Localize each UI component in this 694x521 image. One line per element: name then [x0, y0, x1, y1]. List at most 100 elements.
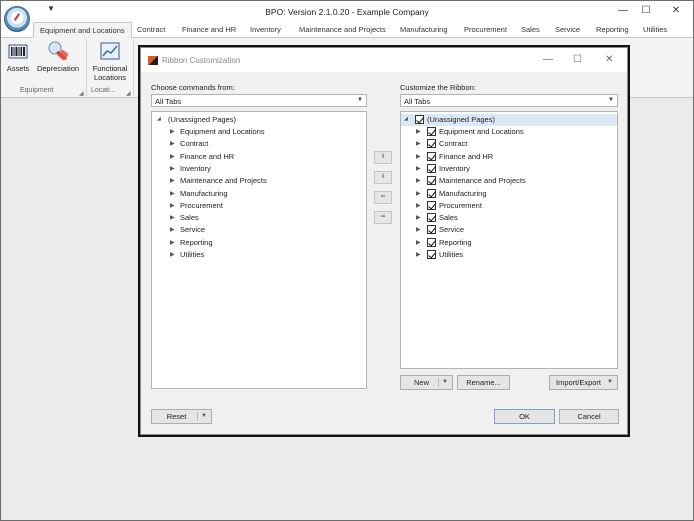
expand-icon[interactable]: ▶: [170, 226, 175, 233]
checkbox[interactable]: [427, 163, 436, 173]
tab-contract[interactable]: Contract: [137, 25, 165, 34]
tree-item[interactable]: ▶ Reporting: [401, 237, 617, 249]
tree-item[interactable]: ▶ Reporting: [152, 237, 366, 249]
remove-button[interactable]: ⬅: [374, 191, 392, 204]
tree-item[interactable]: ▶ Inventory: [152, 163, 366, 175]
expand-icon[interactable]: ▶: [416, 165, 421, 172]
dialog-minimize-button[interactable]: —: [543, 54, 553, 65]
tree-item[interactable]: ▶ Contract: [401, 138, 617, 150]
commands-tree[interactable]: ◢ (Unassigned Pages) ▶ Equipment and Loca…: [151, 111, 367, 389]
expand-icon[interactable]: ▶: [170, 190, 175, 197]
expand-icon[interactable]: ▶: [170, 214, 175, 221]
checkbox[interactable]: [427, 176, 436, 186]
tree-item[interactable]: ▶ Equipment and Locations: [152, 126, 366, 138]
import-export-button[interactable]: Import/Export ▼: [549, 375, 618, 390]
tree-item[interactable]: ▶ Maintenance and Projects: [401, 175, 617, 187]
tree-item[interactable]: ▶ Manufacturing: [401, 188, 617, 200]
checkbox[interactable]: [415, 115, 424, 124]
choose-commands-combo[interactable]: All Tabs ▼: [151, 94, 367, 107]
tab-reporting[interactable]: Reporting: [596, 25, 629, 34]
expand-icon[interactable]: ▶: [170, 202, 175, 209]
tab-procurement[interactable]: Procurement: [464, 25, 507, 34]
tree-item[interactable]: ▶ Utilities: [401, 249, 617, 261]
tree-item[interactable]: ▶ Manufacturing: [152, 188, 366, 200]
tree-item[interactable]: ▶ Contract: [152, 138, 366, 150]
tree-item[interactable]: ▶ Service: [401, 224, 617, 236]
tab-equipment-and-locations[interactable]: Equipment and Locations: [33, 22, 132, 38]
minimize-button[interactable]: —: [615, 4, 631, 18]
tree-item[interactable]: ▶ Finance and HR: [152, 151, 366, 163]
dialog-maximize-button[interactable]: ☐: [573, 54, 582, 65]
tab-utilities[interactable]: Utilities: [643, 25, 667, 34]
expand-icon[interactable]: ▶: [416, 153, 421, 160]
tree-item[interactable]: ▶ Equipment and Locations: [401, 126, 617, 138]
move-down-button[interactable]: ⬇: [374, 171, 392, 184]
tree-item[interactable]: ▶ Service: [152, 224, 366, 236]
tree-item[interactable]: ▶ Inventory: [401, 163, 617, 175]
expand-icon[interactable]: ▶: [416, 251, 421, 258]
checkbox[interactable]: [427, 225, 436, 235]
tree-item[interactable]: ▶ Procurement: [401, 200, 617, 212]
expand-icon[interactable]: ▶: [416, 128, 421, 135]
maximize-button[interactable]: ☐: [638, 4, 654, 18]
rename-button[interactable]: Rename...: [457, 375, 510, 390]
tree-item[interactable]: ▶ Maintenance and Projects: [152, 175, 366, 187]
checkbox[interactable]: [427, 250, 436, 259]
checkbox[interactable]: [427, 151, 436, 161]
tree-item-unassigned-pages[interactable]: ◢ (Unassigned Pages): [401, 114, 617, 126]
tree-item[interactable]: ▶ Sales: [401, 212, 617, 224]
expand-icon[interactable]: ▶: [416, 202, 421, 209]
tree-item[interactable]: ▶ Utilities: [152, 249, 366, 261]
close-button[interactable]: ✕: [668, 4, 684, 18]
reset-button[interactable]: Reset ▼: [151, 409, 212, 424]
expand-icon[interactable]: ▶: [170, 165, 175, 172]
collapse-icon[interactable]: ◢: [157, 116, 161, 122]
tab-inventory[interactable]: Inventory: [250, 25, 281, 34]
group-launcher-equipment-icon[interactable]: ◢: [79, 90, 84, 97]
expand-icon[interactable]: ▶: [170, 251, 175, 258]
expand-icon[interactable]: ▶: [170, 153, 175, 160]
tab-finance-and-hr[interactable]: Finance and HR: [182, 25, 236, 34]
tab-sales[interactable]: Sales: [521, 25, 540, 34]
app-menu-logo-icon[interactable]: [4, 6, 30, 32]
group-launcher-locations-icon[interactable]: ◢: [126, 90, 131, 97]
tab-maintenance-and-projects[interactable]: Maintenance and Projects: [299, 25, 386, 34]
expand-icon[interactable]: ▶: [416, 190, 421, 197]
tab-service[interactable]: Service: [555, 25, 580, 34]
checkbox[interactable]: [427, 237, 436, 247]
expand-icon[interactable]: ▶: [170, 140, 175, 147]
expand-icon[interactable]: ▶: [170, 239, 175, 246]
customize-ribbon-combo[interactable]: All Tabs ▼: [400, 94, 618, 107]
dialog-close-button[interactable]: ✕: [605, 54, 613, 65]
tree-item[interactable]: ▶ Procurement: [152, 200, 366, 212]
expand-icon[interactable]: ▶: [416, 226, 421, 233]
chevron-down-icon[interactable]: ▼: [442, 376, 448, 389]
checkbox[interactable]: [427, 200, 436, 210]
tree-item[interactable]: ▶ Sales: [152, 212, 366, 224]
checkbox[interactable]: [427, 213, 436, 223]
tree-item[interactable]: ▶ Finance and HR: [401, 151, 617, 163]
expand-icon[interactable]: ▶: [416, 177, 421, 184]
collapse-icon[interactable]: ◢: [404, 116, 408, 122]
cancel-button[interactable]: Cancel: [559, 409, 619, 424]
checkbox[interactable]: [427, 188, 436, 198]
functional-locations-button[interactable]: Functional Locations: [89, 38, 131, 82]
checkbox[interactable]: [427, 139, 436, 149]
new-button[interactable]: New ▼: [400, 375, 453, 390]
expand-icon[interactable]: ▶: [416, 140, 421, 147]
expand-icon[interactable]: ▶: [416, 214, 421, 221]
expand-icon[interactable]: ▶: [170, 177, 175, 184]
ok-button[interactable]: OK: [494, 409, 555, 424]
tab-manufacturing[interactable]: Manufacturing: [400, 25, 448, 34]
title-bar: ▼ BPO: Version 2.1.0.20 - Example Compan…: [1, 1, 693, 23]
add-button[interactable]: ➡: [374, 211, 392, 224]
chevron-down-icon[interactable]: ▼: [201, 410, 207, 423]
depreciation-button[interactable]: Depreciation: [36, 38, 80, 73]
expand-icon[interactable]: ▶: [170, 128, 175, 135]
ribbon-tree[interactable]: ◢ (Unassigned Pages) ▶ Equipment and Loca…: [400, 111, 618, 369]
move-up-button[interactable]: ⬆: [374, 151, 392, 164]
assets-button[interactable]: Assets: [4, 38, 32, 73]
tree-item-unassigned-pages[interactable]: ◢ (Unassigned Pages): [152, 114, 366, 126]
checkbox[interactable]: [427, 127, 436, 136]
expand-icon[interactable]: ▶: [416, 239, 421, 246]
